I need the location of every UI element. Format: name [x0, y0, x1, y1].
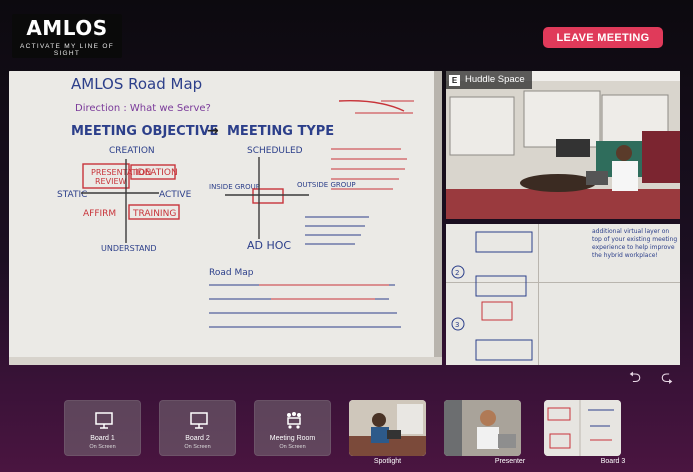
- thumbnail-presenter[interactable]: [444, 400, 521, 456]
- whiteboard-drawing: AMLOS Road Map Direction : What we Serve…: [9, 71, 442, 365]
- thumbnail-board-2[interactable]: Board 2 On Screen: [159, 400, 236, 456]
- thumbnail-title: Board 2: [185, 435, 210, 442]
- thumbnail-caption: Spotlight: [373, 458, 402, 465]
- thumbnail-title: Meeting Room: [269, 435, 316, 442]
- huddle-space-feed[interactable]: E Huddle Space: [446, 71, 680, 219]
- feed-thumbnail-bar: Board 1 On Screen Board 2 On Screen Meet…: [0, 400, 693, 472]
- huddle-room-scene: [446, 71, 680, 219]
- svg-text:2: 2: [455, 269, 459, 277]
- redo-icon[interactable]: ⮎: [656, 370, 678, 386]
- wb-outside-group: OUTSIDE GROUP: [297, 181, 356, 189]
- meeting-room-icon: [287, 412, 301, 429]
- whiteboard-note-text: additional virtual layer on top of your …: [592, 228, 678, 259]
- feed-navigation: ⮌ ⮎: [624, 370, 680, 386]
- thumbnail-board-1[interactable]: Board 1 On Screen: [64, 400, 141, 456]
- thumbnail-caption: Presenter: [494, 458, 526, 465]
- camera-badge: E: [449, 74, 460, 86]
- wb-understand: UNDERSTAND: [101, 244, 157, 253]
- wb-road-map: Road Map: [209, 268, 254, 278]
- wb-creation: CREATION: [109, 146, 155, 156]
- thumbnail-board-3[interactable]: [544, 400, 621, 456]
- thumbnail-caption: Board 3: [600, 458, 626, 465]
- thumbnail-status: On Screen: [279, 444, 306, 450]
- wb-type: MEETING TYPE: [227, 124, 334, 139]
- wb-ideation: IDEATION: [135, 168, 178, 178]
- wb-direction: Direction : What we Serve?: [75, 103, 211, 114]
- thumbnail-meeting-room[interactable]: Meeting Room On Screen: [254, 400, 331, 456]
- wb-affirm: AFFIRM: [83, 209, 116, 219]
- logo-text: AMLOS: [26, 16, 108, 40]
- amlos-logo: AMLOS ACTIVATE MY LINE OF SIGHT: [12, 14, 122, 58]
- logo-tagline: ACTIVATE MY LINE OF SIGHT: [19, 43, 115, 57]
- huddle-space-label: E Huddle Space: [446, 71, 532, 89]
- wb-objective: MEETING OBJECTIVE: [71, 124, 218, 139]
- thumbnail-status: On Screen: [184, 444, 211, 450]
- wb-ad-hoc: AD HOC: [247, 239, 291, 252]
- leave-meeting-button[interactable]: LEAVE MEETING: [543, 27, 663, 48]
- main-video-feed[interactable]: AMLOS Road Map Direction : What we Serve…: [9, 71, 442, 365]
- whiteboard-notes: 2 3 additional virtual layer on top of y…: [446, 224, 680, 365]
- thumbnail-spotlight[interactable]: [349, 400, 426, 456]
- huddle-space-title: Huddle Space: [465, 74, 525, 85]
- svg-text:→: →: [207, 123, 219, 139]
- whiteboard-icon: [95, 412, 113, 429]
- thumbnail-status: On Screen: [89, 444, 116, 450]
- undo-icon[interactable]: ⮌: [624, 370, 646, 386]
- wb-active: ACTIVE: [159, 190, 192, 200]
- wb-scheduled: SCHEDULED: [247, 146, 303, 156]
- whiteboard-icon: [190, 412, 208, 429]
- wb-training: TRAINING: [132, 209, 176, 219]
- board-feed-secondary[interactable]: 2 3 additional virtual layer on top of y…: [446, 224, 680, 365]
- wb-title: AMLOS Road Map: [71, 75, 202, 93]
- svg-text:3: 3: [455, 321, 459, 329]
- spotlight-preview: [349, 400, 426, 456]
- wb-static: STATIC: [57, 190, 87, 200]
- thumbnail-title: Board 1: [90, 435, 115, 442]
- board-3-preview: [544, 400, 621, 456]
- wb-review: REVIEW: [95, 177, 127, 186]
- presenter-preview: [444, 400, 521, 456]
